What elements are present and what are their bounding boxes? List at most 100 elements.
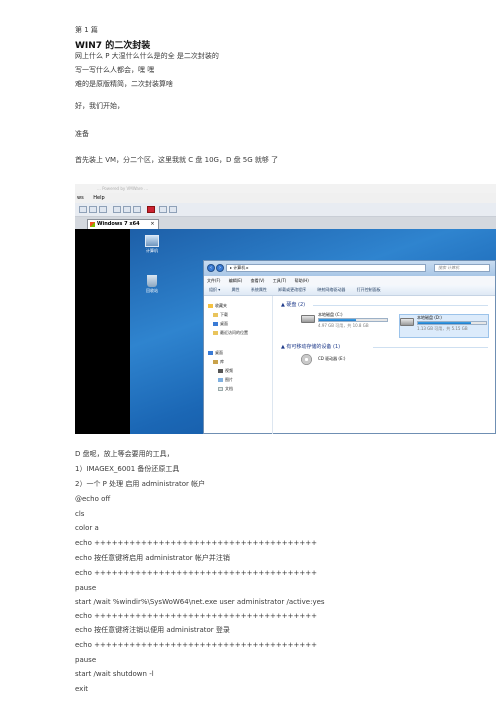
tab-label: Windows 7 x64 (97, 221, 140, 227)
organize-button[interactable]: 组织 ▾ (209, 287, 220, 292)
revert-icon[interactable] (123, 206, 131, 213)
play-icon[interactable] (99, 206, 107, 213)
group-divider (373, 347, 488, 348)
drive-usage-fill (418, 322, 472, 324)
vm-tabbar: Windows 7 x64 × (75, 217, 496, 229)
desktop-icon (213, 322, 218, 326)
recycle-bin-icon (147, 275, 157, 287)
menu-help[interactable]: 帮助(H) (295, 278, 309, 283)
drive-size: 1.13 GB 可用，共 5.15 GB (417, 326, 468, 331)
close-icon[interactable]: × (150, 220, 154, 229)
uninstall-program-button[interactable]: 卸载或更改程序 (278, 287, 306, 292)
vm-screenshot: ... Powered by VMWare ... ws Help Window… (75, 184, 496, 434)
code-line-8: start /wait %windir%\SysWoW64\net.exe us… (75, 598, 325, 606)
code-line-13: start /wait shutdown -l (75, 670, 154, 678)
picture-icon (218, 378, 223, 382)
nav-item-videos[interactable]: 视频 (218, 368, 233, 374)
hard-drive-icon (400, 318, 414, 326)
unity-icon[interactable] (169, 206, 177, 213)
navigation-pane: 收藏夹 下载 桌面 最近访问的位置 桌面 库 视频 图片 文档 (204, 296, 273, 434)
menu-edit[interactable]: 编辑(E) (229, 278, 243, 283)
desktop-icon (208, 351, 213, 355)
menu-tools[interactable]: 工具(T) (273, 278, 287, 283)
nav-item-favorites[interactable]: 收藏夹 (208, 303, 227, 309)
nav-item-desktop[interactable]: 桌面 (213, 321, 228, 327)
address-bar[interactable]: ▸ 计算机 ▸ (226, 264, 426, 272)
page-label: 第 1 篇 (75, 26, 98, 34)
code-line-5: echo 按任意键将启用 administrator 帐户并注销 (75, 554, 230, 562)
nav-item-pictures[interactable]: 图片 (218, 377, 233, 383)
drive-c[interactable]: 本地磁盘 (C:) 4.97 GB 可用，共 10.8 GB (301, 312, 391, 336)
nav-item-documents[interactable]: 文档 (218, 386, 233, 392)
fullscreen-icon[interactable] (159, 206, 167, 213)
code-line-2: cls (75, 510, 85, 518)
code-line-12: pause (75, 656, 97, 664)
stop-icon[interactable] (89, 206, 97, 213)
code-line-9: echo +++++++++++++++++++++++++++++++++++… (75, 612, 317, 620)
forward-icon[interactable]: › (216, 264, 224, 272)
star-icon (208, 304, 213, 308)
nav-label: 文档 (225, 386, 233, 391)
windows-desktop: 计算机 回收站 ‹ › ▸ 计算机 ▸ 搜索 计算机 文件(F) 编辑(E) 查… (130, 229, 496, 434)
back-icon[interactable]: ‹ (207, 264, 215, 272)
drive-e[interactable]: CD 驱动器 (E:) (301, 353, 391, 377)
nav-item-recent[interactable]: 最近访问的位置 (213, 330, 248, 336)
nav-label: 桌面 (220, 321, 228, 326)
computer-icon (145, 235, 159, 247)
folder-icon (213, 313, 218, 317)
drive-d[interactable]: 本地磁盘 (D:) 1.13 GB 可用，共 5.15 GB (399, 314, 489, 338)
map-drive-button[interactable]: 映射网络驱动器 (317, 287, 345, 292)
desktop-icon-label: 回收站 (146, 288, 158, 293)
group-header-removable[interactable]: ▲ 有可移动存储的设备 (1) (281, 343, 340, 350)
library-icon (213, 360, 218, 364)
system-properties-button[interactable]: 系统属性 (251, 287, 267, 292)
intro-line-3: 难的是原版精简，二次封装算啥 (75, 80, 173, 88)
hard-drive-icon (301, 315, 315, 323)
code-line-10: echo 按任意键将注销以便用 administrator 登录 (75, 626, 230, 634)
menu-file[interactable]: 文件(F) (207, 278, 220, 283)
vm-toolbar (75, 203, 496, 217)
control-panel-button[interactable]: 打开控制面板 (357, 287, 381, 292)
vm-menu-help[interactable]: Help (93, 195, 104, 201)
nav-item-libraries[interactable]: 库 (213, 359, 224, 365)
desktop-icon-recycle-bin[interactable]: 回收站 (140, 275, 164, 294)
folder-icon (213, 331, 218, 335)
nav-label: 桌面 (215, 350, 223, 355)
menu-view[interactable]: 查看(V) (251, 278, 265, 283)
record-icon[interactable] (147, 206, 155, 213)
vm-menubar: ws Help (75, 193, 496, 203)
intro-line-4: 好，我们开始， (75, 102, 124, 110)
nav-item-downloads[interactable]: 下载 (213, 312, 228, 318)
nav-label: 收藏夹 (215, 303, 227, 308)
group-divider (313, 305, 488, 306)
code-line-1: @echo off (75, 495, 111, 503)
manage-icon[interactable] (133, 206, 141, 213)
drive-usage-bar (417, 321, 487, 325)
drive-name: CD 驱动器 (E:) (318, 356, 346, 361)
code-line-7: pause (75, 584, 97, 592)
body-line-1: D 盘呢，放上等会要用的工具， (75, 450, 174, 458)
search-input[interactable]: 搜索 计算机 (434, 264, 490, 272)
desktop-icon-computer[interactable]: 计算机 (140, 235, 164, 254)
snapshot-icon[interactable] (113, 206, 121, 213)
pause-icon[interactable] (79, 206, 87, 213)
tab-windows7[interactable]: Windows 7 x64 × (87, 219, 159, 229)
intro-line-1: 网上什么 P 大湿什么什么是的全 是二次封装的 (75, 52, 219, 60)
drive-usage-fill (319, 319, 356, 321)
video-icon (218, 369, 223, 373)
group-header-hdd[interactable]: ▲ 硬盘 (2) (281, 301, 305, 308)
properties-button[interactable]: 属性 (232, 287, 240, 292)
code-line-6: echo +++++++++++++++++++++++++++++++++++… (75, 569, 317, 577)
explorer-window: ‹ › ▸ 计算机 ▸ 搜索 计算机 文件(F) 编辑(E) 查看(V) 工具(… (203, 260, 496, 434)
vm-menu-windows[interactable]: ws (77, 195, 84, 201)
explorer-command-bar: 组织 ▾ 属性 系统属性 卸载或更改程序 映射网络驱动器 打开控制面板 (204, 285, 495, 296)
explorer-menubar: 文件(F) 编辑(E) 查看(V) 工具(T) 帮助(H) (204, 276, 495, 285)
nav-label: 图片 (225, 377, 233, 382)
intro-line-6: 首先装上 VM，分二个区，这里我就 C 盘 10G，D 盘 5G 就够 了 (75, 156, 279, 164)
code-line-4: echo +++++++++++++++++++++++++++++++++++… (75, 539, 317, 547)
document-page: 第 1 篇 WIN7 的二次封装 网上什么 P 大湿什么什么是的全 是二次封装的… (0, 0, 496, 702)
windows-logo-icon (90, 222, 95, 227)
nav-label: 视频 (225, 368, 233, 373)
nav-item-desktop-root[interactable]: 桌面 (208, 350, 223, 356)
intro-line-5: 准备 (75, 130, 89, 138)
